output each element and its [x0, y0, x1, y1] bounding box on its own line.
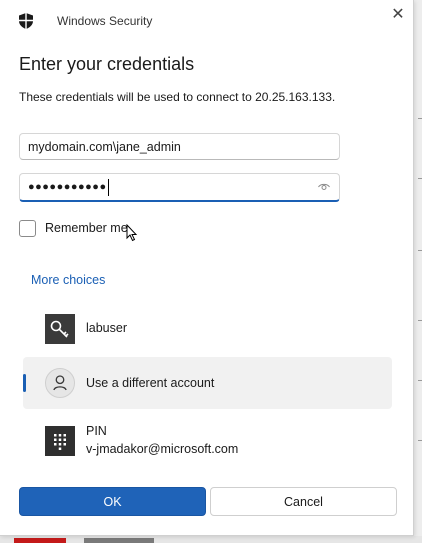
selection-indicator [23, 374, 26, 392]
password-field[interactable]: ●●●●●●●●●●● [19, 173, 340, 202]
shield-icon [19, 13, 33, 29]
remember-me-row[interactable]: Remember me [19, 219, 128, 237]
key-icon [45, 314, 75, 344]
password-masked-value: ●●●●●●●●●●● [28, 181, 107, 193]
remember-me-checkbox[interactable] [19, 219, 36, 237]
ok-button[interactable]: OK [19, 487, 206, 516]
credentials-dialog: Windows Security ✕ Enter your credential… [0, 0, 414, 536]
choice-label: Use a different account [86, 376, 215, 390]
choice-sublabel: v-jmadakor@microsoft.com [86, 442, 239, 456]
choice-label: labuser [86, 321, 127, 335]
close-icon: ✕ [391, 6, 405, 23]
dialog-heading: Enter your credentials [19, 54, 195, 74]
background-window-edge [414, 0, 422, 543]
dialog-description: These credentials will be used to connec… [19, 90, 336, 104]
remember-me-label: Remember me [45, 221, 128, 235]
close-button[interactable]: ✕ [388, 4, 408, 24]
username-value: mydomain.com\jane_admin [28, 139, 181, 154]
reveal-password-icon[interactable] [318, 182, 330, 192]
keypad-icon [45, 426, 75, 456]
cancel-button[interactable]: Cancel [210, 487, 397, 516]
mouse-cursor-icon [126, 224, 138, 242]
title-bar: Windows Security ✕ [0, 0, 413, 40]
choice-label: PIN [86, 424, 107, 438]
choice-pin[interactable]: PIN v-jmadakor@microsoft.com [23, 417, 392, 467]
more-choices-link[interactable]: More choices [31, 273, 105, 287]
background-window-strip [0, 536, 422, 543]
username-field[interactable]: mydomain.com\jane_admin [19, 133, 340, 160]
choice-labuser[interactable]: labuser [23, 309, 392, 349]
text-caret [107, 178, 109, 196]
app-title: Windows Security [57, 14, 153, 28]
choice-use-different-account[interactable]: Use a different account [23, 357, 392, 409]
person-icon [45, 368, 75, 398]
